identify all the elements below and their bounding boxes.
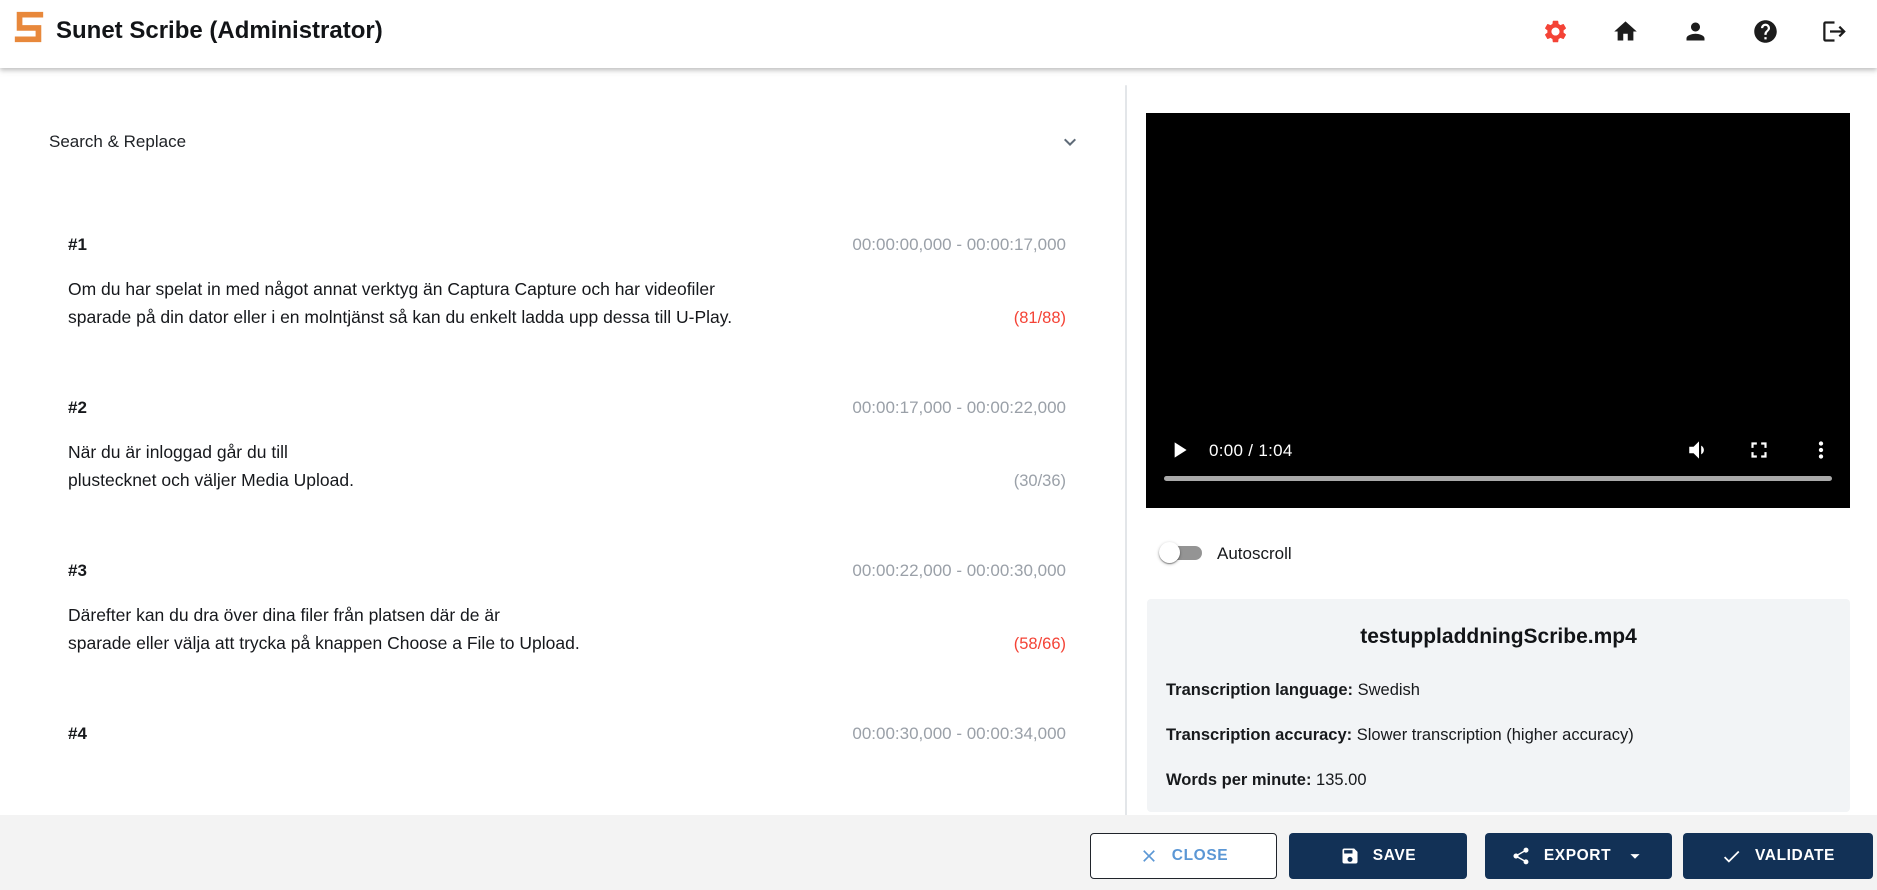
check-icon	[1721, 846, 1742, 867]
info-row-wpm: Words per minute: 135.00	[1166, 771, 1367, 790]
save-icon	[1340, 846, 1360, 866]
segment-timestamp: 00:00:22,000 - 00:00:30,000	[852, 561, 1066, 581]
segment-number: #2	[68, 398, 87, 418]
close-button[interactable]: CLOSE	[1090, 833, 1277, 879]
segment-text-input[interactable]: När du är inloggad går du till plusteckn…	[68, 438, 908, 494]
segment-header: #1 00:00:00,000 - 00:00:17,000	[68, 235, 1066, 255]
action-bar: CLOSE SAVE EXPORT VALIDATE	[0, 815, 1877, 890]
app-header: Sunet Scribe (Administrator)	[0, 0, 1877, 68]
sunet-logo-icon	[12, 10, 46, 44]
video-player[interactable]: 0:00 / 1:04	[1146, 113, 1850, 508]
segment-header: #3 00:00:22,000 - 00:00:30,000	[68, 561, 1066, 581]
char-counter: (58/66)	[1014, 635, 1066, 654]
segment-number: #4	[68, 724, 87, 744]
fullscreen-icon[interactable]	[1746, 437, 1772, 463]
panel-divider	[1125, 85, 1127, 817]
play-icon[interactable]	[1166, 437, 1192, 463]
segment-timestamp: 00:00:17,000 - 00:00:22,000	[852, 398, 1066, 418]
segment-number: #1	[68, 235, 87, 255]
info-row-accuracy: Transcription accuracy: Slower transcrip…	[1166, 726, 1634, 745]
segment-text-input[interactable]: Om du har spelat in med något annat verk…	[68, 275, 908, 331]
info-row-language: Transcription language: Swedish	[1166, 681, 1420, 700]
export-button[interactable]: EXPORT	[1485, 833, 1672, 879]
char-counter: (81/88)	[1014, 309, 1066, 328]
segment-row: #4 00:00:30,000 - 00:00:34,000	[68, 724, 1066, 804]
segment-header: #4 00:00:30,000 - 00:00:34,000	[68, 724, 1066, 744]
segment-row: #3 00:00:22,000 - 00:00:30,000 Därefter …	[68, 561, 1066, 691]
help-icon[interactable]	[1752, 18, 1779, 45]
share-icon	[1511, 846, 1531, 866]
save-button[interactable]: SAVE	[1289, 833, 1467, 879]
validate-button[interactable]: VALIDATE	[1683, 833, 1873, 879]
segment-number: #3	[68, 561, 87, 581]
profile-icon[interactable]	[1682, 18, 1709, 45]
segment-row: #2 00:00:17,000 - 00:00:22,000 När du är…	[68, 398, 1066, 528]
segment-row: #1 00:00:00,000 - 00:00:17,000 Om du har…	[68, 235, 1066, 365]
video-time-display: 0:00 / 1:04	[1209, 441, 1293, 461]
search-replace-accordion[interactable]: Search & Replace	[40, 128, 1082, 156]
sunet-scribe-app: Sunet Scribe (Administrator) Search & Re…	[0, 0, 1877, 890]
search-replace-label: Search & Replace	[49, 132, 186, 152]
toggle-thumb	[1159, 542, 1180, 563]
autoscroll-toggle[interactable]	[1159, 542, 1203, 564]
segment-timestamp: 00:00:30,000 - 00:00:34,000	[852, 724, 1066, 744]
segment-header: #2 00:00:17,000 - 00:00:22,000	[68, 398, 1066, 418]
page-title: Sunet Scribe (Administrator)	[56, 17, 383, 45]
dropdown-arrow-icon	[1624, 845, 1646, 867]
video-progress-bar[interactable]	[1164, 476, 1832, 481]
autoscroll-label: Autoscroll	[1217, 544, 1292, 564]
file-info-card: testuppladdningScribe.mp4 Transcription …	[1147, 599, 1850, 812]
segment-timestamp: 00:00:00,000 - 00:00:17,000	[852, 235, 1066, 255]
more-options-icon[interactable]	[1808, 437, 1834, 463]
logout-icon[interactable]	[1821, 18, 1848, 45]
segment-text-input[interactable]: Därefter kan du dra över dina filer från…	[68, 601, 908, 657]
volume-icon[interactable]	[1686, 437, 1712, 463]
chevron-down-icon[interactable]	[1058, 130, 1082, 154]
close-icon	[1139, 846, 1159, 866]
file-name: testuppladdningScribe.mp4	[1147, 625, 1850, 649]
char-counter: (30/36)	[1014, 472, 1066, 491]
settings-icon[interactable]	[1542, 18, 1569, 45]
home-icon[interactable]	[1612, 18, 1639, 45]
